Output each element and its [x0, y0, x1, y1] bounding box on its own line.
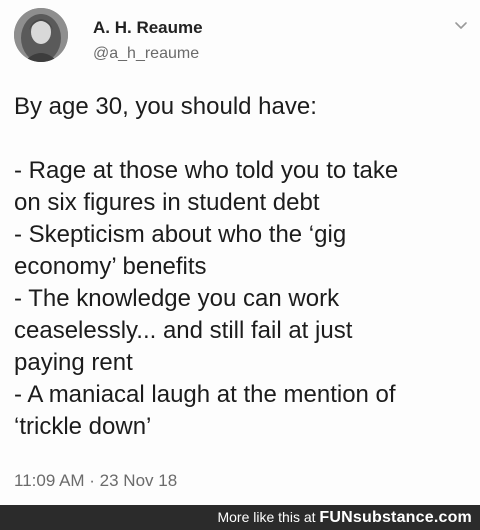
tweet-line: economy’ benefits	[14, 253, 207, 280]
tweet-line: - A maniacal laugh at the mention of	[14, 381, 396, 408]
author-name[interactable]: A. H. Reaume	[93, 18, 203, 38]
footer-prefix: More like this at	[217, 509, 316, 525]
tweet-line: paying rent	[14, 349, 133, 376]
tweet-line: - The knowledge you can work	[14, 285, 340, 312]
tweet-line: By age 30, you should have:	[14, 93, 317, 120]
watermark-footer: More like this at FUNsubstance.com	[0, 505, 480, 530]
avatar[interactable]	[14, 8, 68, 62]
tweet-line	[14, 123, 476, 155]
author-handle[interactable]: @a_h_reaume	[93, 45, 199, 63]
tweet-line: - Rage at those who told you to take	[14, 157, 399, 184]
chevron-down-icon[interactable]	[452, 18, 470, 32]
footer-brand: FUNsubstance.com	[319, 509, 472, 526]
tweet-card: A. H. Reaume @a_h_reaume By age 30, you …	[0, 0, 480, 505]
tweet-line: ‘trickle down’	[14, 413, 152, 440]
tweet-timestamp[interactable]: 11:09 AM · 23 Nov 18	[14, 471, 177, 491]
tweet-line: ceaselessly... and still fail at just	[14, 317, 353, 344]
tweet-text: By age 30, you should have: - Rage at th…	[14, 91, 476, 443]
footer-text[interactable]: More like this at FUNsubstance.com	[217, 509, 472, 527]
tweet-line: - Skepticism about who the ‘gig	[14, 221, 347, 248]
avatar-photo	[14, 8, 68, 62]
tweet-line: on six figures in student debt	[14, 189, 320, 216]
